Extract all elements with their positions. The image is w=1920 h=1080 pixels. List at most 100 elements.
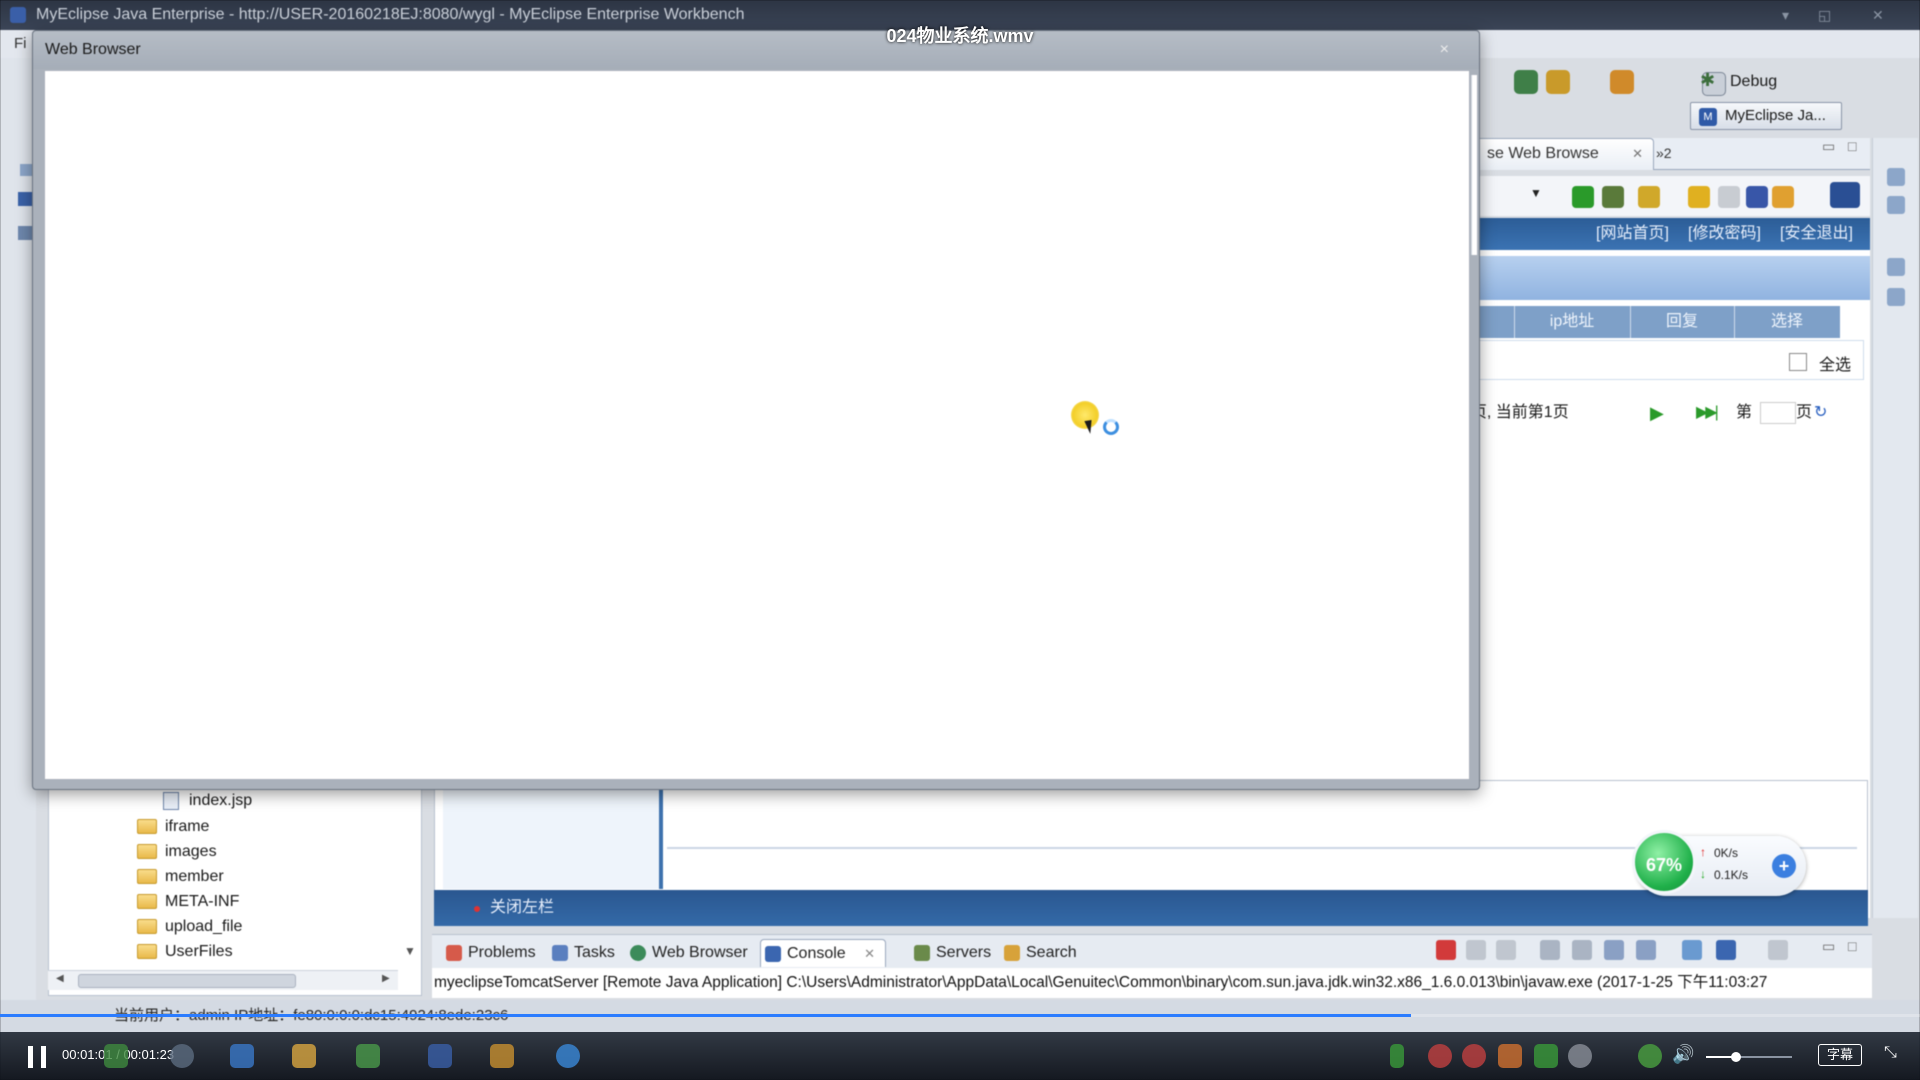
tab-web-browser[interactable]: se Web Browse ✕ — [1468, 138, 1654, 170]
editor-tab-bar: se Web Browse ✕ »2 — [1430, 138, 1870, 170]
pin-console-icon[interactable] — [1682, 940, 1702, 960]
go-icon[interactable] — [1572, 186, 1594, 208]
tab-search[interactable]: Search — [1000, 939, 1077, 967]
download-speed: 0.1K/s — [1714, 868, 1749, 882]
dialog-content-blank[interactable] — [45, 71, 1477, 779]
settings-gear-icon[interactable] — [1602, 186, 1624, 208]
tree-item-meta-inf[interactable]: META-INF — [137, 890, 239, 914]
tab-servers[interactable]: Servers — [910, 939, 991, 967]
vertical-scrollbar[interactable] — [1471, 75, 1477, 255]
maximize-editor-icon[interactable]: □ — [1848, 138, 1856, 154]
display-console-icon[interactable] — [1716, 940, 1736, 960]
run-tool-icon[interactable] — [1546, 70, 1570, 94]
minimize-view-icon[interactable]: ▭ — [1822, 938, 1835, 955]
hierarchy-view-icon[interactable] — [1887, 196, 1905, 214]
browser-engine-icon[interactable] — [1830, 182, 1860, 208]
close-left-column-link[interactable]: 关闭左栏 — [490, 899, 554, 916]
back-icon[interactable] — [1688, 186, 1710, 208]
close-tab-icon[interactable]: ✕ — [1632, 139, 1643, 169]
forward-icon[interactable] — [1718, 186, 1740, 208]
tree-item-iframe[interactable]: iframe — [137, 815, 209, 839]
restore-view-icon[interactable] — [20, 164, 32, 176]
scroll-right-icon[interactable]: ▶ — [382, 973, 390, 984]
link-change-password[interactable]: [修改密码] — [1688, 218, 1761, 250]
tab-tasks[interactable]: Tasks — [548, 939, 615, 967]
taskbar-app-icon[interactable] — [490, 1044, 514, 1068]
package-explorer-icon[interactable] — [18, 192, 32, 206]
folder-icon — [137, 844, 157, 859]
web-browser-dialog: Web Browser × — [32, 30, 1480, 790]
pause-button[interactable] — [28, 1046, 46, 1068]
tab-overflow[interactable]: »2 — [1656, 138, 1672, 168]
taskbar-app-icon[interactable] — [356, 1044, 380, 1068]
scroll-lock-icon[interactable] — [1572, 940, 1592, 960]
taskbar-ie-icon[interactable] — [556, 1044, 580, 1068]
tree-item-userfiles[interactable]: UserFiles — [137, 940, 233, 964]
remove-all-icon[interactable] — [1496, 940, 1516, 960]
refresh-icon[interactable] — [1772, 186, 1794, 208]
tray-icon[interactable] — [1534, 1044, 1558, 1068]
tray-icon[interactable] — [1498, 1044, 1522, 1068]
next-page-icon[interactable]: ▶ — [1650, 398, 1664, 428]
tab-label: Servers — [936, 944, 992, 961]
th-select-label: 选择 — [1770, 313, 1803, 330]
select-all-checkbox[interactable] — [1789, 353, 1807, 371]
last-page-icon[interactable]: ▶▶| — [1696, 398, 1719, 428]
fullscreen-icon[interactable]: ⤡ — [1884, 1044, 1897, 1062]
outline-view-icon[interactable] — [1887, 168, 1905, 186]
tab-problems[interactable]: Problems — [442, 939, 536, 967]
myeclipse-perspective-button[interactable]: M MyEclipse Ja... — [1690, 102, 1842, 130]
link-logout[interactable]: [安全退出] — [1780, 218, 1853, 250]
open-console-icon[interactable] — [1768, 940, 1788, 960]
scroll-left-icon[interactable]: ◀ — [56, 973, 64, 984]
tree-item-member[interactable]: member — [137, 865, 224, 889]
stop-icon[interactable] — [1746, 186, 1768, 208]
minimize-editor-icon[interactable]: ▭ — [1822, 138, 1835, 155]
tab-console[interactable]: Console ✕ — [760, 939, 887, 967]
taskbar-app-icon[interactable] — [230, 1044, 254, 1068]
bookmark-icon[interactable] — [1638, 186, 1660, 208]
tray-icon[interactable] — [1638, 1044, 1662, 1068]
page-number-input[interactable] — [1760, 402, 1796, 424]
restore-right-icon[interactable] — [1887, 258, 1905, 276]
show-on-error-icon[interactable] — [1636, 940, 1656, 960]
maximize-view-icon[interactable]: □ — [1848, 938, 1856, 954]
tray-icon[interactable] — [1462, 1044, 1486, 1068]
tree-item-label: upload_file — [165, 918, 243, 935]
taskbar-app-icon[interactable] — [170, 1044, 194, 1068]
open-folder-icon[interactable] — [1610, 70, 1634, 94]
tree-item-upload-file[interactable]: upload_file — [137, 915, 242, 939]
tray-icon[interactable] — [1568, 1044, 1592, 1068]
volume-slider[interactable] — [1706, 1052, 1792, 1062]
taskbar-myeclipse-icon[interactable] — [428, 1044, 452, 1068]
scroll-down-icon[interactable]: ▼ — [404, 944, 416, 958]
scrollbar-thumb[interactable] — [78, 974, 296, 988]
remove-launch-icon[interactable] — [1466, 940, 1486, 960]
clear-console-icon[interactable] — [1540, 940, 1560, 960]
outline-icon[interactable] — [18, 226, 32, 240]
tab-web-browser-view[interactable]: Web Browser — [626, 939, 748, 967]
tab-label: Problems — [468, 944, 536, 961]
link-home[interactable]: [网站首页] — [1596, 218, 1669, 250]
taskbar-folder-icon[interactable] — [292, 1044, 316, 1068]
network-monitor-widget[interactable]: 67% ↑ 0K/s ↓ 0.1K/s + — [1632, 830, 1806, 896]
terminate-icon[interactable] — [1436, 940, 1456, 960]
plus-icon[interactable]: + — [1772, 854, 1796, 878]
go-page-icon[interactable]: ↻ — [1814, 398, 1827, 428]
volume-knob[interactable] — [1731, 1052, 1742, 1062]
close-tab-icon[interactable]: ✕ — [864, 946, 875, 961]
video-player-controls: 00:01:01 / 00:01:23 🔊 字幕 ⤡ — [0, 1010, 1920, 1080]
debug-perspective-button[interactable]: Debug — [1730, 70, 1777, 94]
tray-icon[interactable] — [1428, 1044, 1452, 1068]
tree-item-index-jsp[interactable]: index.jsp — [161, 789, 252, 813]
server-icon[interactable] — [1514, 70, 1538, 94]
horizontal-scrollbar[interactable]: ◀ ▶ — [48, 970, 398, 990]
subtitle-button[interactable]: 字幕 — [1818, 1044, 1862, 1066]
volume-icon[interactable]: 🔊 — [1672, 1044, 1694, 1065]
url-dropdown-icon[interactable]: ▼ — [1530, 186, 1542, 200]
properties-view-icon[interactable] — [1887, 288, 1905, 306]
tree-item-images[interactable]: images — [137, 840, 217, 864]
taskbar-app-icon[interactable] — [104, 1044, 128, 1068]
tray-icon[interactable] — [1390, 1044, 1404, 1068]
show-on-output-icon[interactable] — [1604, 940, 1624, 960]
